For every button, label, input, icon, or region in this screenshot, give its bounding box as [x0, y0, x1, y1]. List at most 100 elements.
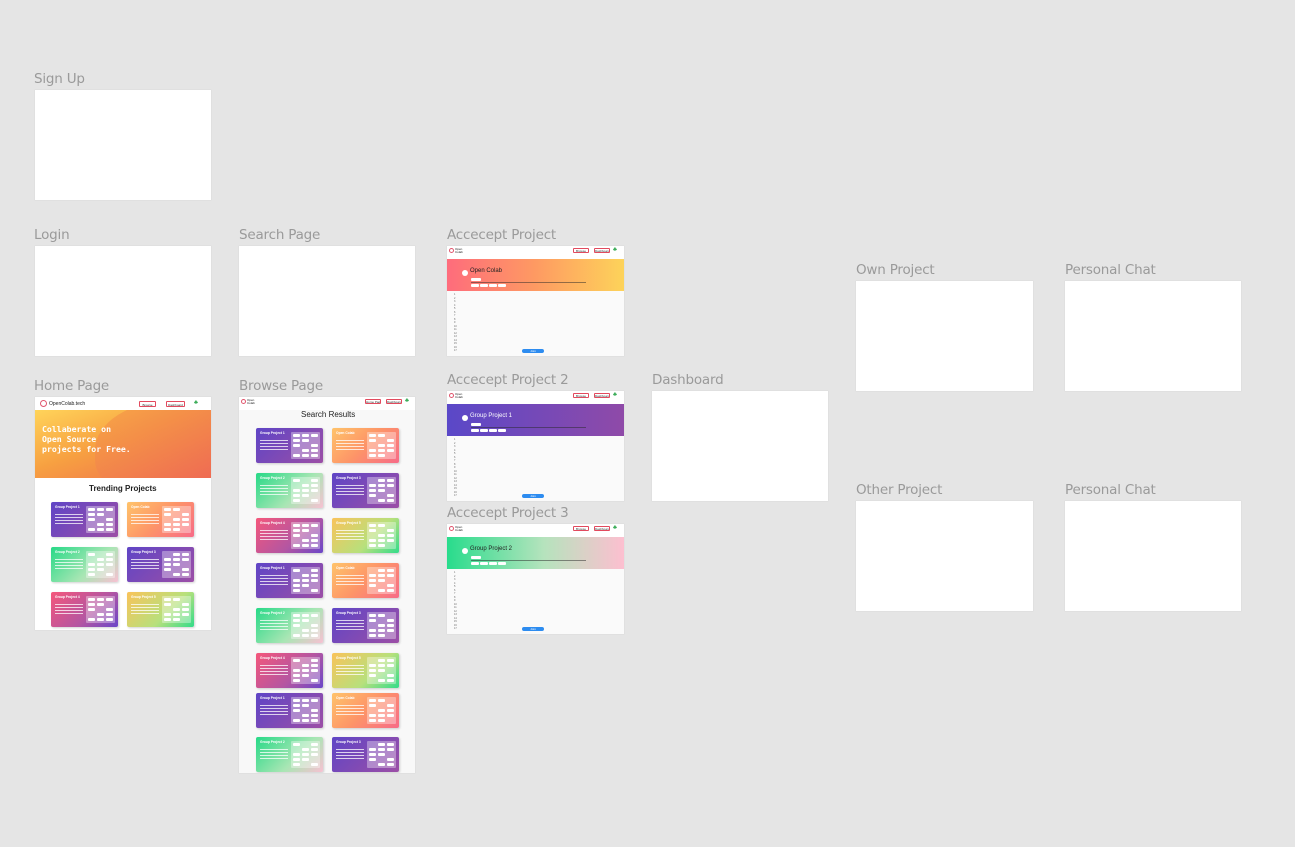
frame-label-accept-project-3[interactable]: Accecept Project 3	[447, 505, 569, 521]
project-card[interactable]: Group Project 2	[256, 608, 323, 643]
home-page-button[interactable]: Home Page	[365, 399, 381, 404]
frame-label-personal-chat-2[interactable]: Personal Chat	[1065, 482, 1156, 498]
tag-chip	[386, 664, 394, 667]
project-card[interactable]: Group Project 4	[256, 518, 323, 553]
frame-other-project[interactable]	[856, 501, 1033, 611]
tag-chip	[96, 528, 104, 531]
tag-chip	[310, 589, 318, 592]
project-card-description-line	[336, 752, 365, 753]
frame-label-sign-up[interactable]: Sign Up	[34, 71, 85, 87]
tag-chip	[292, 499, 300, 502]
frame-label-accept-project-2[interactable]: Accecept Project 2	[447, 372, 569, 388]
dashboard-button[interactable]: Dashboard	[594, 526, 610, 531]
frame-label-search-page[interactable]: Search Page	[239, 227, 320, 243]
browse-button[interactable]: Browse	[573, 393, 589, 398]
tag-chip	[368, 674, 376, 677]
project-card-description-line	[55, 523, 84, 524]
project-card[interactable]: Group Project 5	[332, 653, 399, 688]
tag-chip	[386, 619, 394, 622]
avatar-icon[interactable]: ♣	[405, 398, 412, 404]
browse-button[interactable]: Browse	[573, 526, 589, 531]
tag-chip	[301, 674, 309, 677]
tag-chip	[105, 558, 113, 561]
project-card[interactable]: Group Project 3	[127, 547, 194, 582]
project-card[interactable]: Group Project 1	[51, 502, 118, 537]
project-card-description-line	[336, 584, 365, 585]
project-card-title: Group Project 1	[260, 696, 285, 700]
join-button[interactable]: Join	[522, 494, 544, 498]
project-card-description-line	[131, 604, 160, 605]
avatar-icon[interactable]: ♣	[613, 392, 620, 398]
tag-chip	[498, 429, 506, 432]
frame-label-home-page[interactable]: Home Page	[34, 378, 109, 394]
dashboard-button[interactable]: Dashboard	[386, 399, 402, 404]
tag-chip	[292, 634, 300, 637]
project-card[interactable]: Open Colab	[332, 693, 399, 728]
frame-label-dashboard[interactable]: Dashboard	[652, 372, 724, 388]
frame-search-page[interactable]	[239, 246, 415, 356]
tag-chip	[498, 284, 506, 287]
frame-sign-up[interactable]	[35, 90, 211, 200]
project-card[interactable]: Group Project 4	[256, 653, 323, 688]
frame-browse-page[interactable]: Open Colab Home Page Dashboard ♣ Search …	[239, 397, 415, 773]
frame-label-accept-project[interactable]: Accecept Project	[447, 227, 556, 243]
frame-accept-project-3[interactable]: Open Colab Browse Dashboard ♣ Group Proj…	[447, 524, 624, 634]
project-card[interactable]: Group Project 3	[332, 473, 399, 508]
frame-label-login[interactable]: Login	[34, 227, 70, 243]
join-button[interactable]: Join	[522, 349, 544, 353]
frame-personal-chat-2[interactable]	[1065, 501, 1241, 611]
tag-chip	[310, 743, 318, 746]
browse-button[interactable]: Browse	[573, 248, 589, 253]
project-card-description-line	[260, 443, 289, 444]
frame-label-other-project[interactable]: Other Project	[856, 482, 942, 498]
project-card[interactable]: Open Colab	[332, 563, 399, 598]
avatar-icon[interactable]: ♣	[613, 247, 620, 253]
project-card-description-line	[336, 446, 365, 447]
tag-chip	[163, 603, 171, 606]
project-card[interactable]: Group Project 3	[332, 737, 399, 772]
frame-home-page[interactable]: OpenColab.tech Browse Dashboard ♣ Collab…	[35, 397, 211, 630]
join-button[interactable]: Join	[522, 627, 544, 631]
project-card[interactable]: Group Project 5	[332, 518, 399, 553]
tag-chip	[105, 523, 113, 526]
frame-login[interactable]	[35, 246, 211, 356]
avatar-icon[interactable]: ♣	[194, 400, 201, 406]
project-card[interactable]: Group Project 1	[256, 428, 323, 463]
project-card[interactable]: Group Project 1	[256, 693, 323, 728]
avatar-icon[interactable]: ♣	[613, 525, 620, 531]
tag-chip	[301, 753, 309, 756]
frame-label-browse-page[interactable]: Browse Page	[239, 378, 323, 394]
frame-label-own-project[interactable]: Own Project	[856, 262, 935, 278]
tag-chip	[172, 598, 180, 601]
tag-chip	[292, 569, 300, 572]
home-navbar: OpenColab.tech Browse Dashboard ♣	[35, 397, 211, 410]
project-card[interactable]: Group Project 2	[256, 737, 323, 772]
tag-chip	[386, 494, 394, 497]
project-card-description-line	[336, 714, 365, 715]
tag-chip	[292, 614, 300, 617]
project-icon	[462, 415, 468, 421]
frame-own-project[interactable]	[856, 281, 1033, 391]
browse-button[interactable]: Browse	[139, 401, 156, 407]
frame-label-personal-chat[interactable]: Personal Chat	[1065, 262, 1156, 278]
frame-dashboard[interactable]	[652, 391, 828, 501]
dashboard-button[interactable]: Dashboard	[594, 393, 610, 398]
dashboard-button[interactable]: Dashboard	[594, 248, 610, 253]
project-card[interactable]: Open Colab	[127, 502, 194, 537]
frame-personal-chat[interactable]	[1065, 281, 1241, 391]
frame-accept-project-2[interactable]: Open Colab Browse Dashboard ♣ Group Proj…	[447, 391, 624, 501]
project-card[interactable]: Group Project 2	[256, 473, 323, 508]
dashboard-button[interactable]: Dashboard	[166, 401, 185, 407]
frame-accept-project[interactable]: Open Colab Browse Dashboard ♣ Open Colab…	[447, 246, 624, 356]
project-card-title: Group Project 1	[260, 566, 285, 570]
project-card[interactable]: Open Colab	[332, 428, 399, 463]
tag-chip	[301, 699, 309, 702]
project-card[interactable]: Group Project 4	[51, 592, 118, 627]
project-card[interactable]: Group Project 5	[127, 592, 194, 627]
tag-chip	[105, 553, 113, 556]
project-card-description-line	[260, 575, 289, 576]
project-card[interactable]: Group Project 3	[332, 608, 399, 643]
project-card[interactable]: Group Project 2	[51, 547, 118, 582]
tag-chip	[310, 748, 318, 751]
project-card[interactable]: Group Project 1	[256, 563, 323, 598]
